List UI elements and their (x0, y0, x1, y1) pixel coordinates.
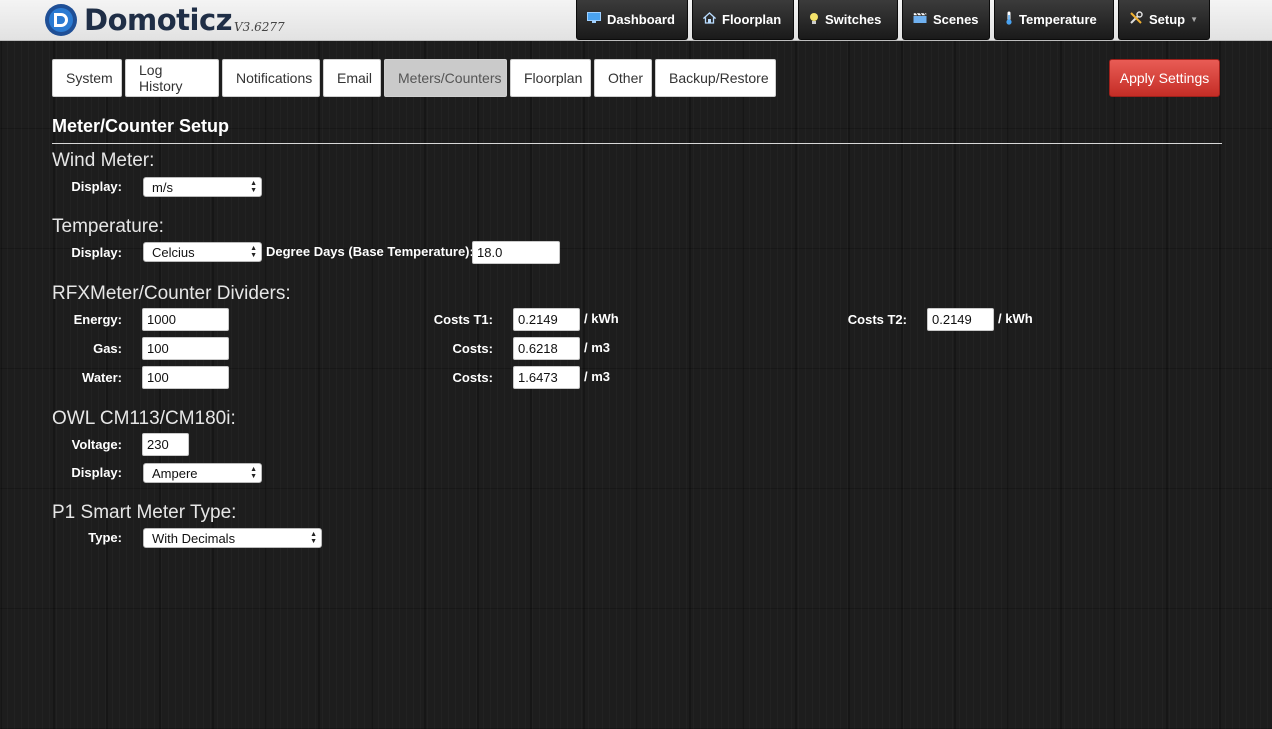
page-title: Meter/Counter Setup (52, 116, 230, 136)
top-bar: Domoticz V3.6277 Dashboard Floorplan Swi… (0, 0, 1272, 41)
tab-notifications[interactable]: Notifications (222, 59, 320, 97)
main-nav: Dashboard Floorplan Switches Scenes Temp… (576, 0, 1214, 40)
settings-tabs: System Log History Notifications Email M… (52, 59, 779, 97)
select-arrows-icon: ▲ ▼ (250, 245, 257, 259)
wind-display-select[interactable]: m/s ▲ ▼ (143, 177, 262, 197)
water-costs-unit: / m3 (584, 369, 611, 384)
tab-backup-restore[interactable]: Backup/Restore (655, 59, 776, 97)
gas-costs-label: Costs: (452, 341, 493, 356)
owl-display-label: Display: (71, 465, 122, 480)
voltage-label: Voltage: (71, 437, 122, 452)
costs-t1-unit: / kWh (584, 311, 619, 326)
thermometer-icon (1005, 11, 1013, 28)
tab-other[interactable]: Other (594, 59, 652, 97)
energy-divider-input[interactable]: 1000 (142, 308, 229, 331)
gas-costs-unit: / m3 (584, 340, 611, 355)
temperature-display-value: Celcius (152, 244, 195, 260)
tab-meters-counters[interactable]: Meters/Counters (384, 59, 507, 97)
costs-t2-label: Costs T2: (847, 312, 907, 327)
energy-label: Energy: (73, 312, 122, 327)
apply-settings-button[interactable]: Apply Settings (1109, 59, 1220, 97)
tab-log-history[interactable]: Log History (125, 59, 219, 97)
gas-divider-input[interactable]: 100 (142, 337, 229, 360)
title-divider (52, 143, 1222, 144)
costs-t2-input[interactable]: 0.2149 (927, 308, 994, 331)
temperature-display-select[interactable]: Celcius ▲ ▼ (143, 242, 262, 262)
select-arrows-icon: ▲ ▼ (250, 466, 257, 480)
costs-t1-input[interactable]: 0.2149 (513, 308, 580, 331)
nav-temperature-button[interactable]: Temperature (994, 0, 1114, 40)
costs-t2-unit: / kWh (998, 311, 1033, 326)
owl-display-value: Ampere (152, 465, 198, 481)
owl-heading: OWL CM113/CM180i: (52, 408, 236, 429)
wind-display-label: Display: (71, 179, 122, 194)
select-arrows-icon: ▲ ▼ (250, 180, 257, 194)
p1-type-value: With Decimals (152, 530, 236, 546)
house-icon (702, 12, 717, 27)
water-divider-input[interactable]: 100 (142, 366, 229, 389)
scene-icon (913, 12, 927, 27)
nav-scenes-button[interactable]: Scenes (902, 0, 990, 40)
nav-floorplan-label: Floorplan (722, 12, 782, 27)
tools-icon (1129, 11, 1143, 28)
app-logo[interactable]: Domoticz V3.6277 (42, 3, 285, 37)
p1-smart-meter-heading: P1 Smart Meter Type: (52, 502, 237, 523)
water-costs-label: Costs: (452, 370, 493, 385)
wind-display-value: m/s (152, 179, 173, 195)
app-name: Domoticz (84, 3, 233, 37)
select-arrows-icon: ▲ ▼ (310, 531, 317, 545)
tab-floorplan[interactable]: Floorplan (510, 59, 591, 97)
owl-display-select[interactable]: Ampere ▲ ▼ (143, 463, 262, 483)
nav-dashboard-button[interactable]: Dashboard (576, 0, 688, 40)
nav-switches-button[interactable]: Switches (798, 0, 898, 40)
domoticz-logo-icon (42, 3, 80, 37)
degree-days-label: Degree Days (Base Temperature): (266, 244, 474, 259)
nav-setup-button[interactable]: Setup ▼ (1118, 0, 1210, 40)
gas-label: Gas: (93, 341, 122, 356)
nav-switches-label: Switches (825, 12, 882, 27)
tab-email[interactable]: Email (323, 59, 381, 97)
water-label: Water: (82, 370, 122, 385)
temperature-heading: Temperature: (52, 216, 164, 237)
nav-scenes-label: Scenes (933, 12, 979, 27)
voltage-input[interactable]: 230 (142, 433, 189, 456)
gas-costs-input[interactable]: 0.6218 (513, 337, 580, 360)
costs-t1-label: Costs T1: (433, 312, 493, 327)
nav-floorplan-button[interactable]: Floorplan (692, 0, 794, 40)
nav-temperature-label: Temperature (1019, 12, 1097, 27)
monitor-icon (587, 12, 601, 27)
nav-setup-label: Setup (1149, 12, 1186, 27)
p1-type-label: Type: (88, 530, 122, 545)
wind-meter-heading: Wind Meter: (52, 150, 155, 171)
water-costs-input[interactable]: 1.6473 (513, 366, 580, 389)
tab-system[interactable]: System (52, 59, 122, 97)
p1-type-select[interactable]: With Decimals ▲ ▼ (143, 528, 322, 548)
lightbulb-icon (809, 12, 819, 28)
caret-down-icon: ▼ (1190, 15, 1199, 24)
app-version: V3.6277 (234, 20, 285, 34)
nav-dashboard-label: Dashboard (607, 12, 675, 27)
temperature-display-label: Display: (71, 245, 122, 260)
degree-days-input[interactable]: 18.0 (472, 241, 560, 264)
rfxmeter-heading: RFXMeter/Counter Dividers: (52, 283, 291, 304)
